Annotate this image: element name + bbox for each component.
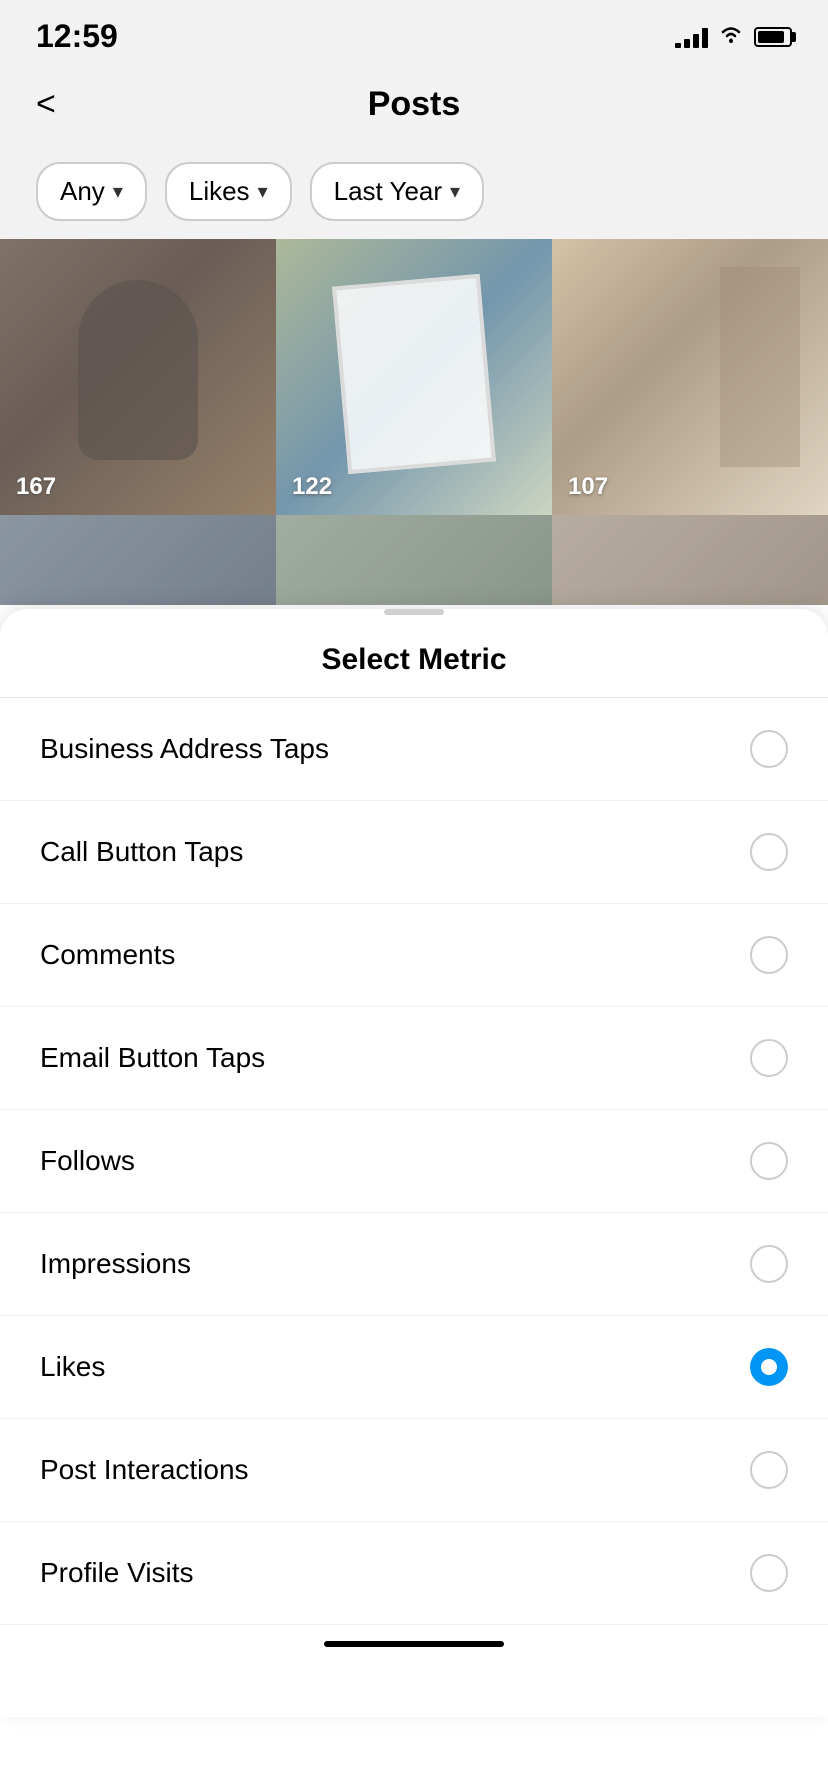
metric-label: Likes — [40, 1351, 105, 1383]
radio-button-email-button-taps[interactable] — [750, 1039, 788, 1077]
battery-icon — [754, 27, 792, 47]
post-count: 107 — [568, 473, 608, 501]
post-count: 167 — [16, 473, 56, 501]
sheet-title: Select Metric — [0, 615, 828, 698]
metric-label: Post Interactions — [40, 1454, 249, 1486]
metric-list: Business Address Taps Call Button Taps C… — [0, 698, 828, 1625]
post-partial-item[interactable] — [0, 515, 276, 605]
post-count: 122 — [292, 473, 332, 501]
filter-likes-label: Likes — [189, 176, 250, 207]
status-bar: 12:59 — [0, 0, 828, 65]
post-item[interactable]: 167 — [0, 239, 276, 515]
home-indicator — [0, 1625, 828, 1657]
metric-label: Call Button Taps — [40, 836, 243, 868]
radio-button-likes[interactable] — [750, 1348, 788, 1386]
metric-label: Email Button Taps — [40, 1042, 265, 1074]
chevron-down-icon: ▾ — [113, 179, 123, 204]
post-partial-item[interactable] — [552, 515, 828, 605]
radio-button-impressions[interactable] — [750, 1245, 788, 1283]
filter-any-button[interactable]: Any ▾ — [36, 162, 147, 221]
status-time: 12:59 — [36, 18, 118, 55]
metric-item-email-button-taps[interactable]: Email Button Taps — [0, 1007, 828, 1110]
radio-button-business-address-taps[interactable] — [750, 730, 788, 768]
posts-partial-row — [0, 515, 828, 605]
back-button[interactable]: < — [36, 85, 56, 124]
wifi-icon — [718, 24, 744, 50]
bottom-sheet: Select Metric Business Address Taps Call… — [0, 609, 828, 1717]
radio-button-call-button-taps[interactable] — [750, 833, 788, 871]
filter-likes-button[interactable]: Likes ▾ — [165, 162, 292, 221]
radio-button-comments[interactable] — [750, 936, 788, 974]
metric-item-likes[interactable]: Likes — [0, 1316, 828, 1419]
page-title: Posts — [368, 85, 461, 124]
radio-button-follows[interactable] — [750, 1142, 788, 1180]
metric-item-profile-visits[interactable]: Profile Visits — [0, 1522, 828, 1625]
chevron-down-icon: ▾ — [258, 179, 268, 204]
metric-item-call-button-taps[interactable]: Call Button Taps — [0, 801, 828, 904]
filter-bar: Any ▾ Likes ▾ Last Year ▾ — [0, 144, 828, 239]
nav-header: < Posts — [0, 65, 828, 144]
metric-label: Follows — [40, 1145, 135, 1177]
metric-item-follows[interactable]: Follows — [0, 1110, 828, 1213]
metric-label: Comments — [40, 939, 175, 971]
post-item[interactable]: 122 — [276, 239, 552, 515]
metric-label: Business Address Taps — [40, 733, 329, 765]
post-item[interactable]: 107 — [552, 239, 828, 515]
filter-lastyear-label: Last Year — [334, 176, 442, 207]
metric-item-post-interactions[interactable]: Post Interactions — [0, 1419, 828, 1522]
status-icons — [675, 24, 792, 50]
radio-button-post-interactions[interactable] — [750, 1451, 788, 1489]
posts-grid: 167 122 107 — [0, 239, 828, 515]
post-partial-item[interactable] — [276, 515, 552, 605]
radio-button-profile-visits[interactable] — [750, 1554, 788, 1592]
filter-any-label: Any — [60, 176, 105, 207]
signal-icon — [675, 26, 708, 48]
metric-label: Profile Visits — [40, 1557, 194, 1589]
filter-lastyear-button[interactable]: Last Year ▾ — [310, 162, 484, 221]
home-bar — [324, 1641, 504, 1647]
metric-label: Impressions — [40, 1248, 191, 1280]
metric-item-business-address-taps[interactable]: Business Address Taps — [0, 698, 828, 801]
metric-item-impressions[interactable]: Impressions — [0, 1213, 828, 1316]
metric-item-comments[interactable]: Comments — [0, 904, 828, 1007]
chevron-down-icon: ▾ — [450, 179, 460, 204]
